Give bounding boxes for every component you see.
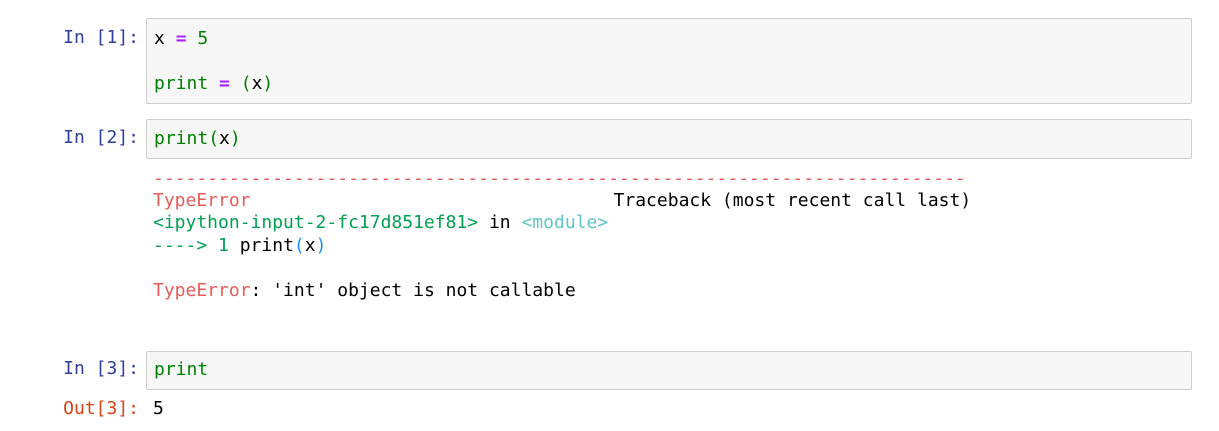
error-final-type: TypeError <box>153 280 251 301</box>
traceback-header: TypeError Traceback (most recent call las… <box>153 190 971 212</box>
error-final-message: : 'int' object is not callable <box>250 280 576 301</box>
cell-1-code-editor[interactable]: x = 5 print = (x) <box>146 18 1192 104</box>
traceback-arg: x <box>304 235 316 256</box>
traceback-in-word: in <box>478 212 522 233</box>
traceback-paren: ( <box>293 235 305 256</box>
cell-2-code-editor[interactable]: print(x) <box>146 119 1192 159</box>
traceback-location: <ipython-input-2-fc17d851ef81> in <modul… <box>153 212 608 234</box>
cell-3-code-editor[interactable]: print <box>146 351 1192 390</box>
code-number: 5 <box>197 28 209 49</box>
code-paren: ) <box>229 128 241 149</box>
code-builtin: print <box>154 73 209 94</box>
traceback-separator: ----------------------------------------… <box>153 168 966 189</box>
code-builtin: print <box>154 359 209 380</box>
cell-3-code-line-1: print <box>154 359 208 381</box>
code-paren: ) <box>262 73 274 94</box>
cell-3-output-value: 5 <box>153 398 164 419</box>
traceback-paren: ) <box>315 235 327 256</box>
traceback-label: Traceback (most recent call last) <box>613 190 972 211</box>
traceback-line-number: 1 <box>218 235 229 256</box>
cell-3-input-prompt: In [3]: <box>63 358 139 379</box>
cell-2-input-prompt: In [2]: <box>63 127 139 148</box>
traceback-arrow: ----> <box>153 235 208 256</box>
code-paren: ( <box>240 73 252 94</box>
code-var: x <box>251 73 263 94</box>
code-paren: ( <box>208 128 220 149</box>
cell-3-output-prompt: Out[3]: <box>63 398 139 419</box>
error-type: TypeError <box>153 190 251 211</box>
code-operator: = <box>175 28 187 49</box>
traceback-module: <module> <box>521 212 609 233</box>
traceback-input-ref: <ipython-input-2-fc17d851ef81> <box>153 212 479 233</box>
code-var: x <box>154 28 165 49</box>
code-var: x <box>219 128 230 149</box>
cell-1-input-prompt: In [1]: <box>63 27 139 48</box>
cell-1-code-line-2: print = (x) <box>154 73 273 95</box>
traceback-code-line: ----> 1 print(x) <box>153 235 326 257</box>
error-message: TypeError: 'int' object is not callable <box>153 280 576 302</box>
cell-2-code-line-1: print(x) <box>154 128 241 150</box>
traceback-line-code: print <box>239 235 294 256</box>
code-operator: = <box>219 73 230 94</box>
cell-1-code-line-1: x = 5 <box>154 28 208 50</box>
code-builtin: print <box>154 128 209 149</box>
